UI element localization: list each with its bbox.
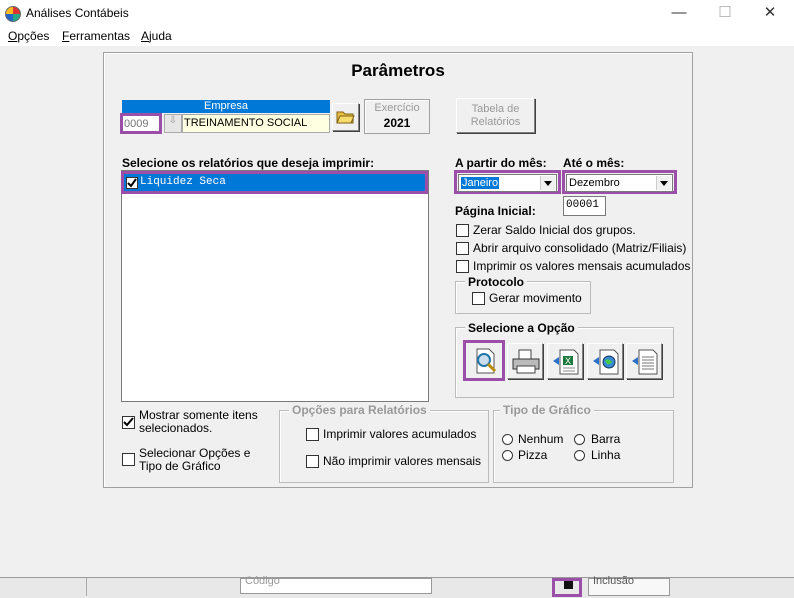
maximize-button[interactable]: ☐ [702, 0, 748, 26]
empresa-lookup-button[interactable]: ⇩ [164, 114, 182, 133]
arrow-down-icon: ⇩ [168, 115, 178, 126]
codigo-field[interactable]: Código [240, 575, 432, 594]
calculator-button[interactable] [552, 578, 582, 597]
page-start-value: 00001 [566, 199, 600, 211]
empresa-code-text: 0009 [124, 118, 149, 130]
nav-buttons[interactable] [86, 578, 237, 596]
abrir-consolidado-checkbox[interactable] [456, 242, 469, 255]
reports-label: Selecione os relatórios que deseja impri… [122, 156, 375, 170]
from-month-select[interactable]: Janeiro [454, 170, 561, 194]
to-month-combo[interactable]: Dezembro [566, 174, 673, 192]
excel-icon: X [553, 349, 579, 375]
close-button[interactable]: ✕ [747, 0, 793, 26]
chevron-down-icon[interactable] [656, 176, 671, 190]
exercicio-box: Exercício 2021 [364, 99, 430, 134]
exercicio-label: Exercício [374, 102, 420, 114]
calculator-icon [564, 581, 573, 589]
bottom-toolbar: Código Inclusão [0, 575, 794, 598]
radio-pizza[interactable] [502, 450, 513, 461]
empresa-header: Empresa [122, 100, 330, 113]
chart-type-title: Tipo de Gráfico [500, 403, 594, 417]
export-text-button[interactable] [626, 343, 662, 379]
export-excel-button[interactable]: X [547, 343, 583, 379]
report-options-title: Opções para Relatórios [289, 403, 430, 417]
folder-open-icon [336, 111, 355, 124]
exercicio-value: 2021 [383, 116, 411, 130]
radio-nenhum[interactable] [502, 434, 513, 445]
select-chart-checkbox[interactable] [122, 453, 135, 466]
report-checkbox[interactable] [126, 177, 138, 189]
tabela-line1: Tabela de [471, 103, 520, 115]
menu-ferramentas[interactable]: Ferramentas [62, 29, 130, 43]
radio-barra-label: Barra [591, 432, 621, 446]
abrir-consolidado-label: Abrir arquivo consolidado (Matriz/Filiai… [473, 241, 687, 255]
reports-list[interactable] [121, 170, 429, 402]
from-month-label: A partir do mês: [455, 156, 547, 170]
select-chart-label-1: Selecionar Opções e [139, 446, 251, 460]
protocolo-title: Protocolo [465, 275, 527, 289]
nao-imprimir-mensais-label: Não imprimir valores mensais [323, 454, 482, 468]
menu-opcoes[interactable]: Opções [8, 29, 49, 43]
zerar-saldo-checkbox[interactable] [456, 224, 469, 237]
app-icon [5, 6, 21, 22]
valores-mensais-checkbox[interactable] [456, 260, 469, 273]
show-selected-label-1: Mostrar somente itens [139, 408, 258, 422]
select-chart-label-2: Tipo de Gráfico [139, 459, 221, 473]
to-month-label: Até o mês: [563, 156, 625, 170]
gerar-movimento-checkbox[interactable] [472, 292, 485, 305]
to-month-select[interactable]: Dezembro [562, 170, 677, 194]
print-button[interactable] [507, 343, 543, 379]
mode-field[interactable]: Inclusão [588, 575, 670, 596]
panel-title: Parâmetros [351, 61, 445, 80]
page-start-label: Página Inicial: [455, 204, 536, 218]
tabela-relatorios-button[interactable]: Tabela de Relatórios [456, 98, 535, 133]
preview-button[interactable] [463, 340, 505, 381]
empresa-name-field[interactable]: TREINAMENTO SOCIAL [182, 114, 330, 133]
from-month-value: Janeiro [461, 177, 500, 189]
to-month-value: Dezembro [569, 177, 620, 189]
open-folder-button[interactable] [332, 103, 359, 131]
nao-imprimir-mensais-checkbox[interactable] [306, 455, 319, 468]
document-icon [632, 349, 658, 375]
gerar-movimento-label: Gerar movimento [489, 291, 582, 305]
empresa-name-text: TREINAMENTO SOCIAL [184, 117, 308, 129]
radio-pizza-label: Pizza [518, 448, 548, 462]
parameters-panel: Parâmetros Empresa 0009 ⇩ TREINAMENTO SO… [103, 52, 693, 488]
imprimir-acumulados-checkbox[interactable] [306, 428, 319, 441]
show-selected-checkbox[interactable] [122, 416, 135, 429]
page-start-input[interactable]: 00001 [563, 196, 606, 216]
magnifier-icon [476, 348, 497, 374]
from-month-combo[interactable]: Janeiro [458, 174, 557, 192]
menu-ajuda[interactable]: Ajuda [141, 29, 172, 43]
radio-linha-label: Linha [591, 448, 621, 462]
codigo-text: Código [245, 575, 280, 587]
globe-icon [593, 349, 619, 375]
radio-nenhum-label: Nenhum [518, 432, 564, 446]
select-option-title: Selecione a Opção [465, 321, 578, 335]
radio-barra[interactable] [574, 434, 585, 445]
radio-linha[interactable] [574, 450, 585, 461]
empresa-code-field[interactable]: 0009 [120, 113, 162, 134]
report-options-group [279, 410, 489, 483]
export-web-button[interactable] [587, 343, 623, 379]
mode-text: Inclusão [593, 575, 634, 587]
tabela-line2: Relatórios [470, 116, 521, 128]
window-title: Análises Contábeis [26, 6, 129, 20]
zerar-saldo-label: Zerar Saldo Inicial dos grupos. [473, 223, 636, 237]
valores-mensais-label: Imprimir os valores mensais acumulados [473, 259, 691, 273]
chart-type-group [493, 410, 674, 483]
checkmark-icon [123, 417, 134, 427]
show-selected-label-2: selecionados. [139, 421, 213, 435]
report-label: Liquidez Seca [140, 176, 226, 188]
printer-icon [512, 349, 540, 374]
minimize-button[interactable]: — [656, 0, 702, 26]
list-item[interactable]: Liquidez Seca [121, 171, 428, 194]
checkmark-icon [127, 178, 137, 188]
chevron-down-icon[interactable] [540, 176, 555, 190]
svg-text:X: X [565, 356, 571, 366]
imprimir-acumulados-label: Imprimir valores acumulados [323, 427, 477, 441]
